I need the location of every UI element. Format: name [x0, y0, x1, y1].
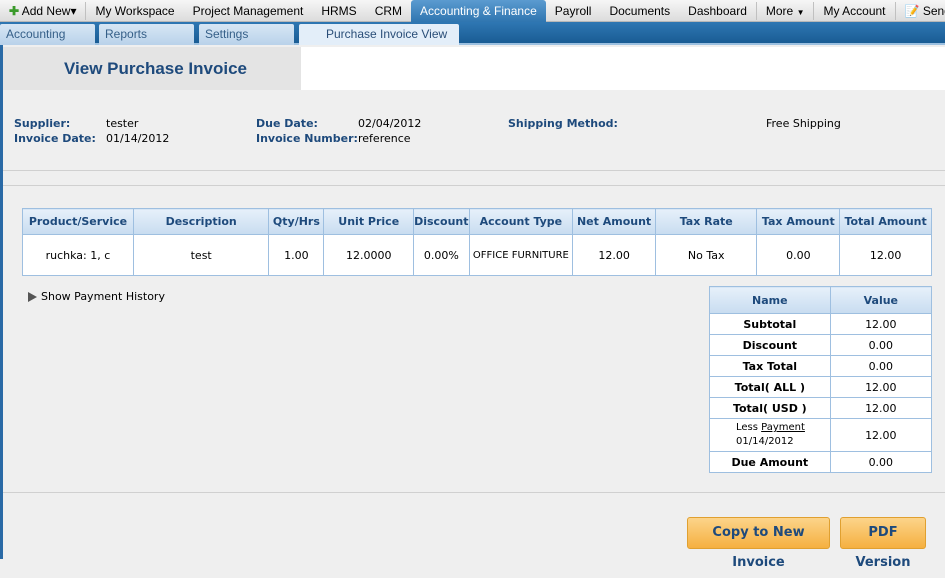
summary-row: Subtotal 12.00 [709, 313, 933, 335]
send-feedback-label: Send feed [922, 3, 945, 18]
copy-to-new-invoice-button[interactable]: Copy to New Invoice [687, 517, 830, 570]
more-label: More [765, 3, 794, 18]
supplier-label: Supplier: [14, 117, 71, 130]
tab-purchase-invoice-view[interactable]: Purchase Invoice Viewx [299, 24, 459, 62]
summary-row: Discount 0.00 [709, 334, 933, 356]
show-payment-history-toggle[interactable]: Show Payment History [28, 290, 165, 303]
summary-row: Total( ALL ) 12.00 [709, 376, 933, 398]
summary-row: Total( USD ) 12.00 [709, 397, 933, 419]
col-description: Description [132, 208, 270, 235]
payment-value: 12.00 [829, 418, 933, 452]
cell-description: test [132, 234, 270, 276]
less-label: Less [736, 422, 758, 433]
nav-my-workspace[interactable]: My Workspace [86, 0, 183, 22]
tab-accounting[interactable]: Accounting [0, 24, 95, 45]
invoice-items-table: Product/Service Description Qty/Hrs Unit… [22, 208, 932, 276]
summary-row: Due Amount 0.00 [709, 451, 933, 473]
nav-documents[interactable]: Documents [600, 0, 679, 22]
col-total-amount: Total Amount [839, 208, 932, 235]
page-title: View Purchase Invoice [3, 47, 301, 90]
nav-crm[interactable]: CRM [366, 0, 411, 22]
due-amount-value: 0.00 [829, 451, 933, 473]
nav-accounting-finance[interactable]: Accounting & Finance [411, 0, 546, 22]
subtotal-value: 12.00 [829, 313, 933, 335]
nav-payroll[interactable]: Payroll [546, 0, 601, 22]
invoice-date-value: 01/14/2012 [106, 132, 170, 145]
discount-value: 0.00 [829, 334, 933, 356]
col-name: Name [709, 286, 831, 314]
nav-hrms[interactable]: HRMS [312, 0, 365, 22]
cell-total-amount: 12.00 [839, 234, 932, 276]
payment-history-label: Show Payment History [41, 290, 165, 303]
due-date-value: 02/04/2012 [358, 117, 422, 130]
col-account-type: Account Type [468, 208, 574, 235]
col-net-amount: Net Amount [572, 208, 656, 235]
triangle-right-icon [28, 291, 37, 302]
plus-icon: ✚ [9, 3, 20, 18]
cell-product: ruchka: 1, c [22, 234, 134, 276]
tax-total-value: 0.00 [829, 355, 933, 377]
shipping-method-value: Free Shipping [766, 117, 841, 130]
col-unit-price: Unit Price [323, 208, 415, 235]
header-panel [301, 47, 945, 90]
subtotal-label: Subtotal [709, 313, 831, 335]
nav-dashboard[interactable]: Dashboard [679, 0, 756, 22]
left-stripe [0, 45, 3, 559]
table-row: ruchka: 1, c test 1.00 12.0000 0.00% OFF… [22, 234, 932, 276]
less-payment-cell: Less Payment 01/14/2012 [709, 418, 831, 452]
divider [3, 492, 945, 493]
col-tax-amount: Tax Amount [756, 208, 841, 235]
col-product: Product/Service [22, 208, 134, 235]
shipping-method-label: Shipping Method: [508, 117, 618, 130]
add-new-menu[interactable]: ✚ Add New▾ [0, 0, 85, 22]
nav-project-management[interactable]: Project Management [184, 0, 313, 22]
summary-header: Name Value [709, 286, 933, 314]
tab-settings[interactable]: Settings [199, 24, 294, 45]
feedback-icon: 📝 [904, 3, 920, 18]
cell-tax-amount: 0.00 [756, 234, 841, 276]
sub-nav: Accounting Reports Settings Purchase Inv… [0, 22, 945, 62]
nav-more[interactable]: More ▼ [757, 0, 814, 22]
supplier-value: tester [106, 117, 139, 130]
cell-tax-rate: No Tax [654, 234, 758, 276]
discount-label: Discount [709, 334, 831, 356]
table-header: Product/Service Description Qty/Hrs Unit… [22, 208, 932, 235]
summary-row: Tax Total 0.00 [709, 355, 933, 377]
cell-discount: 0.00% [413, 234, 470, 276]
total-all-label: Total( ALL ) [709, 376, 831, 398]
summary-row: Less Payment 01/14/2012 12.00 [709, 418, 933, 452]
add-new-label: Add New [21, 3, 71, 18]
top-nav: ✚ Add New▾ My Workspace Project Manageme… [0, 0, 945, 22]
total-usd-label: Total( USD ) [709, 397, 831, 419]
invoice-number-value: reference [358, 132, 411, 145]
send-feedback-button[interactable]: 📝 Send feed [896, 0, 945, 22]
divider [3, 170, 945, 171]
total-usd-value: 12.00 [829, 397, 933, 419]
tab-reports[interactable]: Reports [99, 24, 194, 45]
summary-table: Name Value Subtotal 12.00 Discount 0.00 Ta… [709, 286, 933, 473]
invoice-date-label: Invoice Date: [14, 132, 96, 145]
invoice-number-label: Invoice Number: [256, 132, 358, 145]
pdf-version-button[interactable]: PDF Version [840, 517, 926, 570]
payment-date: 01/14/2012 [736, 436, 794, 447]
tax-total-label: Tax Total [709, 355, 831, 377]
due-amount-label: Due Amount [709, 451, 831, 473]
tab-label: Purchase Invoice View [326, 27, 448, 41]
col-value: Value [829, 286, 933, 314]
col-tax-rate: Tax Rate [654, 208, 758, 235]
col-qty: Qty/Hrs [268, 208, 325, 235]
chevron-down-icon: ▼ [796, 7, 805, 17]
total-all-value: 12.00 [829, 376, 933, 398]
divider [3, 185, 945, 186]
col-discount: Discount [413, 208, 470, 235]
cell-qty: 1.00 [268, 234, 325, 276]
payment-link[interactable]: Payment [761, 422, 805, 433]
due-date-label: Due Date: [256, 117, 318, 130]
cell-unit-price: 12.0000 [323, 234, 415, 276]
cell-account-type: OFFICE FURNITURE [468, 234, 574, 276]
cell-net-amount: 12.00 [572, 234, 656, 276]
nav-my-account[interactable]: My Account [814, 0, 894, 22]
